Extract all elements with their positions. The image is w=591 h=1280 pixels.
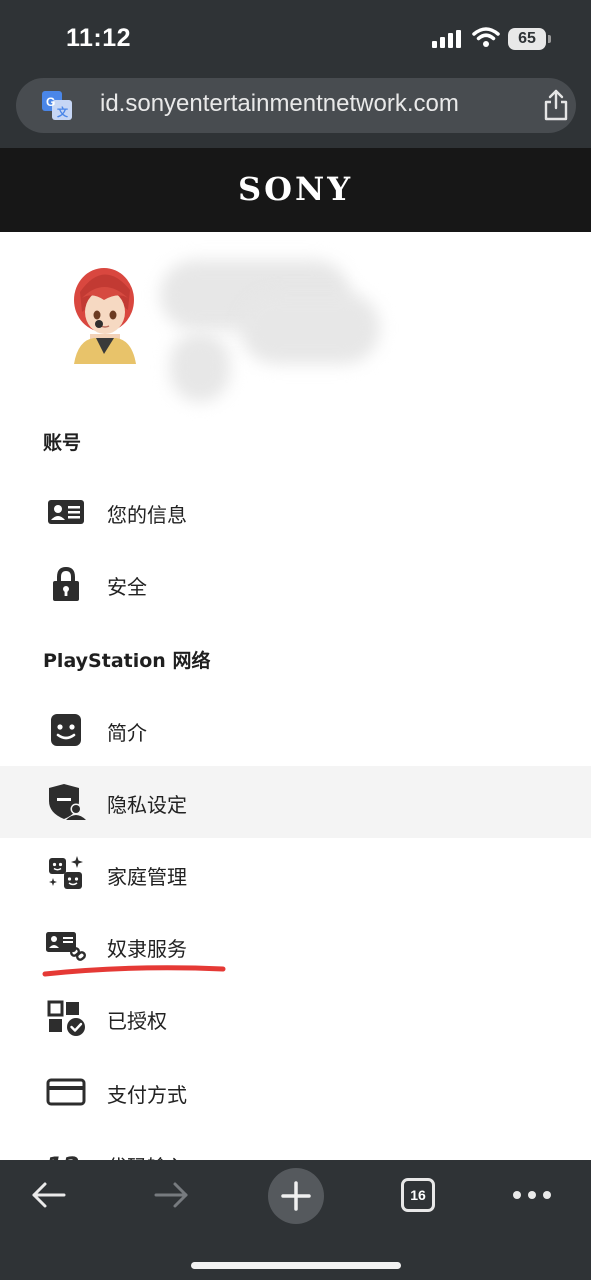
lock-icon bbox=[53, 566, 79, 601]
menu-item-code-redemption[interactable]: 12 代码输入 bbox=[0, 1128, 591, 1160]
home-indicator[interactable] bbox=[191, 1262, 401, 1269]
battery-indicator: 65 bbox=[508, 28, 546, 50]
more-options-icon[interactable] bbox=[512, 1190, 552, 1200]
svg-text:G: G bbox=[46, 95, 55, 109]
menu-label-profile: 简介 bbox=[107, 721, 147, 745]
plus-icon bbox=[281, 1181, 311, 1211]
menu-label-code-redemption: 代码输入 bbox=[107, 1151, 187, 1160]
share-icon[interactable] bbox=[542, 88, 570, 122]
privacy-shield-icon bbox=[49, 784, 86, 820]
new-tab-button[interactable] bbox=[268, 1168, 324, 1224]
redacted-online-id bbox=[170, 332, 230, 402]
cellular-signal-icon bbox=[432, 30, 461, 48]
family-icon bbox=[49, 856, 83, 889]
sony-logo[interactable]: SONY bbox=[0, 170, 591, 208]
menu-item-profile[interactable]: 简介 bbox=[0, 694, 591, 766]
linked-services-icon bbox=[46, 932, 86, 961]
browser-bottom-toolbar: 16 bbox=[0, 1160, 591, 1280]
section-title-psn: PlayStation 网络 bbox=[43, 650, 211, 672]
wifi-icon bbox=[472, 27, 500, 47]
code-icon: 12 bbox=[46, 1152, 79, 1160]
menu-item-your-info[interactable]: 您的信息 bbox=[0, 476, 591, 548]
status-time: 11:12 bbox=[66, 24, 132, 52]
menu-label-authorized: 已授权 bbox=[107, 1009, 167, 1033]
section-title-account: 账号 bbox=[43, 432, 82, 454]
svg-text:12: 12 bbox=[46, 1152, 79, 1160]
url-text: id.sonyentertainmentnetwork.com bbox=[100, 90, 459, 117]
menu-label-security: 安全 bbox=[107, 575, 147, 599]
red-underline-annotation bbox=[42, 965, 226, 977]
id-card-icon bbox=[48, 500, 84, 524]
face-icon bbox=[51, 714, 81, 746]
menu-label-privacy-settings: 隐私设定 bbox=[107, 793, 187, 817]
menu-label-linked-services: 奴隶服务 bbox=[107, 937, 187, 961]
profile-header bbox=[0, 232, 591, 422]
battery-tip bbox=[548, 35, 551, 43]
status-bar: 11:12 65 bbox=[0, 0, 591, 76]
menu-label-family-management: 家庭管理 bbox=[107, 865, 187, 889]
menu-item-security[interactable]: 安全 bbox=[0, 548, 591, 620]
menu-item-payment-methods[interactable]: 支付方式 bbox=[0, 1056, 591, 1128]
menu-label-payment-methods: 支付方式 bbox=[107, 1083, 187, 1107]
menu-item-privacy-settings[interactable]: 隐私设定 bbox=[0, 766, 591, 838]
site-header: SONY bbox=[0, 148, 591, 232]
menu-item-family-management[interactable]: 家庭管理 bbox=[0, 838, 591, 910]
credit-card-icon bbox=[46, 1078, 86, 1106]
browser-toolbar: G 文 id.sonyentertainmentnetwork.com bbox=[0, 76, 591, 148]
redacted-username-extra bbox=[240, 292, 380, 364]
authorized-icon bbox=[47, 1000, 85, 1036]
forward-arrow-icon[interactable] bbox=[152, 1180, 190, 1210]
menu-label-your-info: 您的信息 bbox=[107, 503, 187, 527]
svg-text:文: 文 bbox=[57, 105, 69, 119]
avatar[interactable] bbox=[68, 262, 140, 364]
address-bar[interactable]: G 文 id.sonyentertainmentnetwork.com bbox=[16, 78, 576, 133]
menu-item-authorized[interactable]: 已授权 bbox=[0, 982, 591, 1054]
translate-icon[interactable]: G 文 bbox=[42, 91, 72, 121]
back-arrow-icon[interactable] bbox=[30, 1180, 68, 1210]
tab-switcher-button[interactable]: 16 bbox=[401, 1178, 435, 1212]
